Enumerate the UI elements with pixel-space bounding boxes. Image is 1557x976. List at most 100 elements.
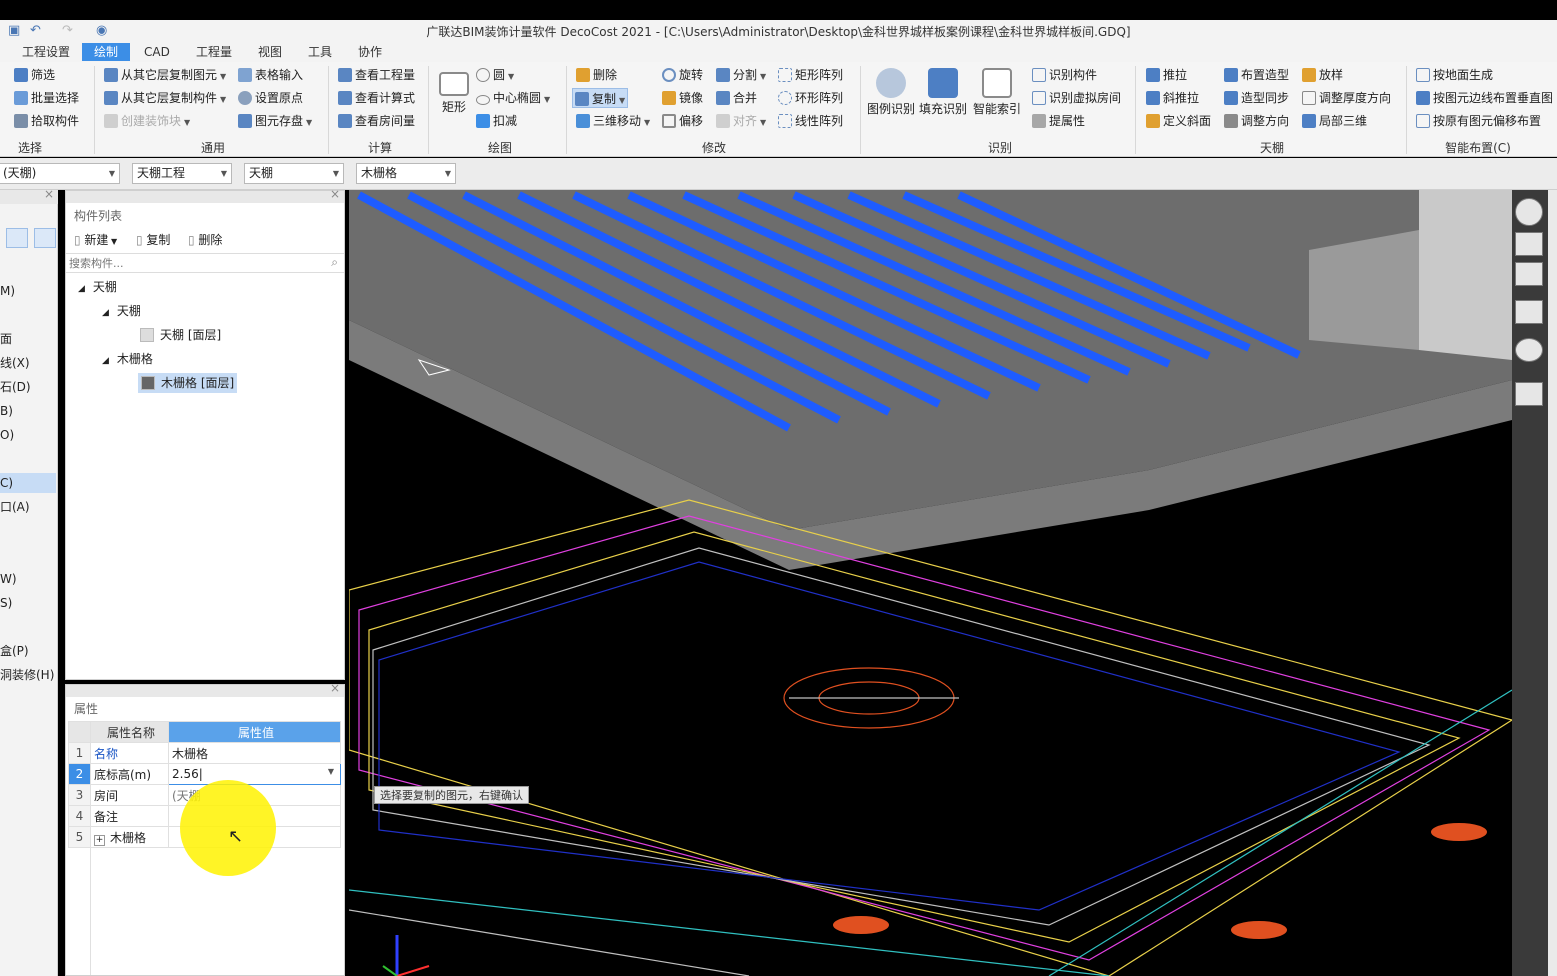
adjust-direction-button[interactable]: 调整方向 <box>1224 111 1289 131</box>
view-formula-button[interactable]: 查看计算式 <box>338 88 415 108</box>
legend-identify-button[interactable]: 图例识别 <box>866 68 916 117</box>
copy-component-from-other-floor-button[interactable]: 从其它层复制构件 ▼ <box>104 88 226 108</box>
nav-item[interactable]: 盒(P) <box>0 641 56 661</box>
menu-quantity[interactable]: 工程量 <box>192 43 236 61</box>
table-view-icon[interactable] <box>34 228 56 248</box>
view-quantity-button[interactable]: 查看工程量 <box>338 65 415 85</box>
adjust-thickness-direction-button[interactable]: 调整厚度方向 <box>1302 88 1391 108</box>
3d-viewport[interactable]: 选择要复制的图元，右键确认 <box>349 190 1512 976</box>
generate-by-floor-button[interactable]: 按地面生成 <box>1416 65 1493 85</box>
collapse-icon[interactable]: ◢ <box>102 308 109 318</box>
delete-button[interactable]: 删除 <box>576 65 617 85</box>
collapse-icon[interactable]: ◢ <box>102 356 109 366</box>
tree-leaf-wood-grille-selected[interactable]: 木栅格 [面层] <box>138 373 238 393</box>
nav-item[interactable]: W) <box>0 569 56 589</box>
nav-item[interactable]: S) <box>0 593 56 613</box>
close-icon[interactable]: × <box>330 187 340 201</box>
tree-node-ceiling[interactable]: ◢ 天棚 <box>102 301 141 321</box>
menu-tools[interactable]: 工具 <box>304 43 336 61</box>
offset-place-button[interactable]: 按原有图元偏移布置 <box>1416 111 1541 131</box>
center-ellipse-button[interactable]: 中心椭圆 ▼ <box>476 88 550 108</box>
batch-select-button[interactable]: 批量选择 <box>14 88 79 108</box>
filter-button[interactable]: 筛选 <box>14 65 55 85</box>
new-component-button[interactable]: ▯ 新建 ▼ <box>74 231 117 249</box>
tree-leaf-ceiling-surface[interactable]: 天棚 [面层] <box>140 325 221 345</box>
menu-draw[interactable]: 绘制 <box>82 43 130 61</box>
slant-push-pull-button[interactable]: 斜推拉 <box>1146 88 1199 108</box>
menu-cad[interactable]: CAD <box>140 43 174 61</box>
nav-item[interactable]: 洞装修(H) <box>0 665 56 685</box>
2d-view-icon[interactable] <box>1515 232 1543 256</box>
shape-sync-button[interactable]: 造型同步 <box>1224 88 1289 108</box>
category-selector[interactable]: 天棚工程 ▼ <box>132 163 232 184</box>
close-icon[interactable]: × <box>44 187 54 201</box>
orbit-icon[interactable] <box>1515 198 1543 226</box>
fill-identify-button[interactable]: 填充识别 <box>918 68 968 117</box>
nav-item-ceiling-selected[interactable]: C) <box>0 473 56 493</box>
copy-from-other-floor-button[interactable]: 从其它层复制图元 ▼ <box>104 65 226 85</box>
search-input[interactable] <box>66 254 306 272</box>
type-selector[interactable]: 天棚 ▼ <box>244 163 344 184</box>
offset-button[interactable]: 偏移 <box>662 111 703 131</box>
search-box[interactable]: ⌕ <box>66 253 344 273</box>
component-selector[interactable]: 木栅格 ▼ <box>356 163 456 184</box>
3d-move-button[interactable]: 三维移动 ▼ <box>576 111 650 131</box>
deduct-button[interactable]: 扣减 <box>476 111 517 131</box>
align-button[interactable]: 对齐 ▼ <box>716 111 766 131</box>
bottom-elevation-input[interactable]: 2.56| ▼ <box>168 763 341 785</box>
nav-item[interactable]: M) <box>0 281 56 301</box>
place-shape-button[interactable]: 布置造型 <box>1224 65 1289 85</box>
menu-collaborate[interactable]: 协作 <box>354 43 386 61</box>
property-value[interactable]: 木栅格 <box>168 742 341 764</box>
save-elements-button[interactable]: 图元存盘 ▼ <box>238 111 312 131</box>
smart-index-button[interactable]: 智能索引 <box>972 68 1022 117</box>
rectangular-array-button[interactable]: 矩形阵列 <box>778 65 843 85</box>
nav-item[interactable]: 线(X) <box>0 353 56 373</box>
close-icon[interactable]: × <box>330 681 340 695</box>
circle-button[interactable]: 圆 ▼ <box>476 65 514 85</box>
place-by-edge-button[interactable]: 按图元边线布置垂直图 <box>1416 88 1553 108</box>
mirror-button[interactable]: 镜像 <box>662 88 703 108</box>
identify-virtual-room-button[interactable]: 识别虚拟房间 <box>1032 88 1121 108</box>
pick-component-button[interactable]: 拾取构件 <box>14 111 79 131</box>
menu-view[interactable]: 视图 <box>254 43 286 61</box>
loft-button[interactable]: 放样 <box>1302 65 1343 85</box>
local-3d-button[interactable]: 局部三维 <box>1302 111 1367 131</box>
list-view-icon[interactable] <box>6 228 28 248</box>
chevron-down-icon[interactable]: ▼ <box>328 767 334 776</box>
nav-item[interactable]: O) <box>0 425 56 445</box>
push-pull-button[interactable]: 推拉 <box>1146 65 1187 85</box>
merge-button[interactable]: 合并 <box>716 88 757 108</box>
define-slope-button[interactable]: 定义斜面 <box>1146 111 1211 131</box>
tree-node-wood-grille[interactable]: ◢ 木栅格 <box>102 349 153 369</box>
copy-button[interactable]: 复制 ▼ <box>572 88 629 108</box>
menu-project-settings[interactable]: 工程设置 <box>18 43 74 61</box>
set-origin-button[interactable]: 设置原点 <box>238 88 303 108</box>
linear-array-button[interactable]: 线性阵列 <box>778 111 843 131</box>
floor-selector[interactable]: (天棚) ▼ <box>0 163 120 184</box>
rectangle-button[interactable]: 矩形 <box>436 72 472 115</box>
rotate-view-icon[interactable] <box>1515 338 1543 362</box>
table-input-button[interactable]: 表格输入 <box>238 65 303 85</box>
extract-attributes-button[interactable]: 提属性 <box>1032 111 1085 131</box>
split-button[interactable]: 分割 ▼ <box>716 65 766 85</box>
top-view-icon[interactable] <box>1515 300 1543 324</box>
rotate-button[interactable]: 旋转 <box>662 65 703 85</box>
nav-item[interactable]: 面 <box>0 329 56 349</box>
identify-component-button[interactable]: 识别构件 <box>1032 65 1097 85</box>
scrollbar[interactable] <box>1548 190 1557 976</box>
tree-node-ceiling-root[interactable]: ◢ 天棚 <box>78 277 117 297</box>
collapse-icon[interactable]: ◢ <box>78 284 85 294</box>
expand-icon[interactable]: + <box>94 834 105 846</box>
search-icon[interactable]: ⌕ <box>331 255 338 270</box>
create-decoration-block-button[interactable]: 创建装饰块 ▼ <box>104 111 190 131</box>
copy-component-button[interactable]: ▯ 复制 <box>136 231 170 249</box>
layer-icon[interactable] <box>1515 382 1543 406</box>
view-room-quantity-button[interactable]: 查看房间量 <box>338 111 415 131</box>
delete-component-button[interactable]: ▯ 删除 <box>188 231 222 249</box>
nav-item[interactable]: B) <box>0 401 56 421</box>
nav-item[interactable]: 口(A) <box>0 497 56 517</box>
3d-view-icon[interactable] <box>1515 262 1543 286</box>
circular-array-button[interactable]: 环形阵列 <box>778 88 843 108</box>
nav-item[interactable]: 石(D) <box>0 377 56 397</box>
